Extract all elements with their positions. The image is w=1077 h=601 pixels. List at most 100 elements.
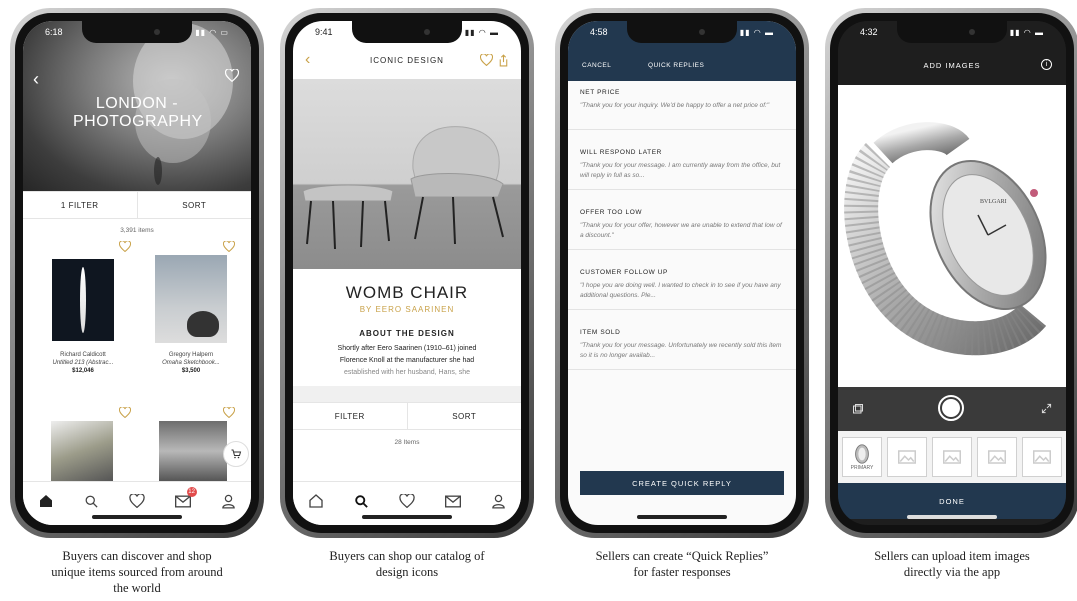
phone-discover: 6:18 ▮▮ ◠ ▭ ‹ LONDON - PHOTOGRAPHY 1 FIL… bbox=[10, 8, 264, 538]
caption-quick-replies: Sellers can create “Quick Replies” for f… bbox=[595, 549, 769, 579]
status-time: 6:18 bbox=[45, 27, 63, 37]
primary-label: PRIMARY bbox=[850, 465, 874, 471]
image-placeholder-icon bbox=[943, 450, 961, 464]
favorite-icon[interactable] bbox=[119, 241, 131, 252]
price: $12,046 bbox=[72, 368, 94, 374]
tab-profile[interactable] bbox=[487, 490, 509, 512]
artist-name: Gregory Halpern bbox=[168, 352, 214, 358]
screen-discover: 6:18 ▮▮ ◠ ▭ ‹ LONDON - PHOTOGRAPHY 1 FIL… bbox=[23, 21, 251, 525]
done-button[interactable]: DONE bbox=[838, 483, 1066, 519]
caption-add-images: Sellers can upload item images directly … bbox=[874, 549, 1030, 579]
tab-favorites[interactable] bbox=[396, 490, 418, 512]
artwork-image bbox=[155, 255, 227, 343]
list-item[interactable]: Gregory Halpern Omaha Sketchbook... $3,5… bbox=[141, 255, 241, 375]
page-title: QUICK REPLIES bbox=[648, 61, 705, 69]
tab-inbox[interactable]: 12 bbox=[172, 487, 197, 512]
tab-search[interactable] bbox=[80, 490, 102, 512]
back-icon[interactable]: ‹ bbox=[305, 51, 311, 69]
tab-favorites[interactable] bbox=[126, 490, 148, 512]
search-icon bbox=[355, 494, 368, 508]
tab-home[interactable] bbox=[305, 490, 327, 512]
status-time: 4:58 bbox=[590, 27, 608, 37]
inbox-icon bbox=[444, 495, 461, 507]
heart-icon[interactable] bbox=[480, 54, 493, 66]
artwork-title: Untitled 213 (Abstrac... bbox=[52, 360, 114, 366]
image-placeholder-icon bbox=[1033, 450, 1051, 464]
shutter-button[interactable] bbox=[938, 395, 964, 421]
screen-quick-replies: 4:58 ▮▮ ◠ ▬ CANCEL QUICK REPLIES NET PRI… bbox=[568, 21, 796, 525]
artwork-title: Omaha Sketchbook... bbox=[162, 360, 220, 366]
quick-reply-item[interactable]: OFFER TOO LOW "Thank you for your offer,… bbox=[568, 201, 796, 250]
items-count: 3,391 items bbox=[120, 227, 154, 234]
heart-icon bbox=[399, 494, 415, 508]
cancel-button[interactable]: CANCEL bbox=[582, 62, 611, 69]
heart-icon bbox=[129, 494, 145, 508]
thumbnail-slot[interactable] bbox=[932, 437, 972, 477]
heart-icon[interactable] bbox=[225, 69, 239, 82]
nav-bar: CANCEL QUICK REPLIES bbox=[568, 55, 796, 75]
tab-home[interactable] bbox=[35, 490, 57, 512]
quick-reply-item[interactable]: ITEM SOLD "Thank you for your message. U… bbox=[568, 321, 796, 370]
phone-catalog: 9:41 ▮▮ ◠ ▬ ‹ ICONIC DESIGN WOMB CHAIR B… bbox=[280, 8, 534, 538]
artwork-image[interactable] bbox=[51, 421, 113, 481]
cart-button[interactable] bbox=[223, 441, 249, 467]
sort-button[interactable]: SORT bbox=[138, 192, 252, 218]
status-time: 4:32 bbox=[860, 27, 878, 37]
thumbnail-primary[interactable]: PRIMARY bbox=[842, 437, 882, 477]
home-indicator bbox=[637, 515, 727, 519]
share-icon[interactable] bbox=[498, 53, 509, 67]
quick-reply-item[interactable]: NET PRICE "Thank you for your inquiry. W… bbox=[568, 81, 796, 130]
page-title: ADD IMAGES bbox=[923, 61, 981, 70]
favorite-icon[interactable] bbox=[119, 407, 131, 418]
tab-search[interactable] bbox=[350, 490, 372, 512]
favorite-icon[interactable] bbox=[223, 241, 235, 252]
filter-button[interactable]: FILTER bbox=[293, 403, 408, 429]
artwork-image bbox=[52, 259, 114, 341]
info-icon[interactable]: i bbox=[1041, 59, 1052, 70]
home-indicator bbox=[362, 515, 452, 519]
signal-icon: ▮▮ ◠ ▬ bbox=[1009, 27, 1044, 37]
cart-icon bbox=[231, 449, 242, 459]
chair-illustration bbox=[302, 126, 504, 250]
caption-catalog: Buyers can shop our catalog of design ic… bbox=[329, 549, 485, 579]
home-icon bbox=[39, 495, 52, 507]
camera-preview: BVLGARI bbox=[838, 85, 1066, 387]
home-indicator bbox=[92, 515, 182, 519]
designer-byline[interactable]: BY EERO SAARINEN bbox=[293, 305, 521, 314]
about-heading: ABOUT THE DESIGN bbox=[359, 329, 455, 338]
items-count: 28 Items bbox=[394, 439, 420, 446]
quick-reply-item[interactable]: WILL RESPOND LATER "Thank you for your m… bbox=[568, 141, 796, 190]
status-time: 9:41 bbox=[315, 27, 333, 37]
signal-icon: ▮▮ ◠ ▬ bbox=[739, 27, 774, 37]
watch-brand: BVLGARI bbox=[980, 199, 1007, 205]
back-icon[interactable]: ‹ bbox=[33, 69, 39, 90]
price: $3,500 bbox=[181, 368, 201, 374]
thumbnail-slot[interactable] bbox=[1022, 437, 1062, 477]
home-indicator bbox=[907, 515, 997, 519]
gallery-icon[interactable] bbox=[852, 403, 864, 415]
artist-name: Richard Caldicott bbox=[60, 352, 106, 358]
create-quick-reply-button[interactable]: CREATE QUICK REPLY bbox=[580, 471, 784, 495]
home-icon bbox=[309, 494, 323, 508]
quick-reply-item[interactable]: CUSTOMER FOLLOW UP "I hope you are doing… bbox=[568, 261, 796, 310]
list-item[interactable]: Richard Caldicott Untitled 213 (Abstrac.… bbox=[33, 259, 133, 375]
artwork-image[interactable] bbox=[159, 421, 227, 481]
watch-photo: BVLGARI bbox=[844, 122, 1047, 356]
camera-controls bbox=[838, 387, 1066, 431]
screen-catalog: 9:41 ▮▮ ◠ ▬ ‹ ICONIC DESIGN WOMB CHAIR B… bbox=[293, 21, 521, 525]
thumbnail-slot[interactable] bbox=[977, 437, 1017, 477]
product-title: WOMB CHAIR bbox=[345, 283, 469, 302]
sort-button[interactable]: SORT bbox=[408, 403, 522, 429]
expand-icon[interactable] bbox=[1041, 403, 1052, 414]
profile-icon bbox=[221, 494, 235, 509]
signal-icon: ▮▮ ◠ ▭ bbox=[195, 27, 229, 37]
thumbnail-slot[interactable] bbox=[887, 437, 927, 477]
watch-thumbnail bbox=[855, 444, 869, 464]
filter-button[interactable]: 1 FILTER bbox=[23, 192, 138, 218]
tab-inbox[interactable] bbox=[442, 490, 464, 512]
favorite-icon[interactable] bbox=[223, 407, 235, 418]
collection-title: LONDON - PHOTOGRAPHY bbox=[73, 95, 203, 130]
tab-profile[interactable] bbox=[217, 490, 239, 512]
design-description: Shortly after Eero Saarinen (1910–61) jo… bbox=[337, 345, 477, 376]
page-title: ICONIC DESIGN bbox=[370, 55, 444, 65]
